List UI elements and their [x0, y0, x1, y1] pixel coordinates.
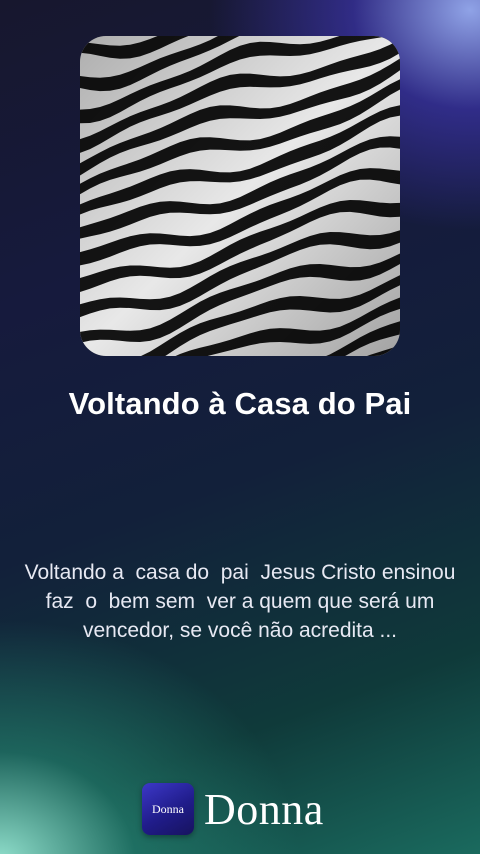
zebra-stripe-artwork	[80, 36, 400, 356]
track-title: Voltando à Casa do Pai	[68, 386, 412, 421]
brand-icon-text: Donna	[152, 801, 184, 816]
brand-name: Donna	[204, 784, 324, 834]
album-cover-image	[80, 36, 400, 356]
track-description: Voltando a casa do pai Jesus Cristo ensi…	[24, 561, 468, 642]
donna-logo-icon: Donna	[142, 783, 194, 835]
brand-logo[interactable]: Donna Donna	[142, 783, 324, 835]
